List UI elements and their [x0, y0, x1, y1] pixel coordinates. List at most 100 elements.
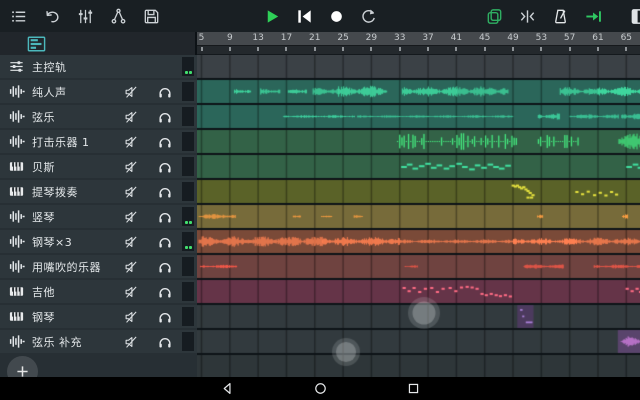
android-navbar	[0, 377, 640, 400]
record-button[interactable]	[326, 6, 346, 26]
mute-button[interactable]	[114, 109, 148, 125]
mute-button[interactable]	[114, 134, 148, 150]
monitor-button[interactable]	[148, 309, 182, 325]
keys-icon	[0, 183, 32, 200]
monitor-button[interactable]	[148, 184, 182, 200]
mute-button[interactable]	[114, 209, 148, 225]
duplicate-icon[interactable]	[484, 6, 504, 26]
loop-button[interactable]	[358, 6, 378, 26]
bar-label: 61	[589, 33, 607, 43]
app-window: 591317212529333741454953576165 主控轨纯人声弦乐打…	[0, 0, 640, 400]
bar-label: 41	[447, 33, 465, 43]
track-row-9[interactable]: 用嘴吹的乐器	[0, 255, 197, 278]
track-row-2[interactable]: 纯人声	[0, 80, 197, 103]
track-list: 主控轨纯人声弦乐打击乐器 1 贝斯提琴拨奏竖琴钢琴×3 用嘴吹的乐器吉他钢琴弦乐 补…	[0, 55, 197, 377]
track-row-3[interactable]: 弦乐	[0, 105, 197, 128]
level-meter	[182, 182, 194, 201]
undo-icon[interactable]	[42, 6, 62, 26]
level-meter	[182, 232, 194, 251]
monitor-button[interactable]	[148, 334, 182, 350]
arrangement-lanes[interactable]	[197, 55, 640, 377]
bar-label: 21	[306, 33, 324, 43]
bar-numbers: 591317212529333741454953576165	[197, 32, 640, 46]
mute-button[interactable]	[114, 84, 148, 100]
track-row-12[interactable]: 弦乐 补充	[0, 330, 197, 353]
monitor-button[interactable]	[148, 109, 182, 125]
waveform-icon	[0, 258, 32, 275]
mixer-icon[interactable]	[75, 6, 95, 26]
track-row-6[interactable]: 提琴拨奏	[0, 180, 197, 203]
save-icon[interactable]	[141, 6, 161, 26]
track-row-4[interactable]: 打击乐器 1	[0, 130, 197, 153]
monitor-button[interactable]	[148, 259, 182, 275]
level-meter	[182, 82, 194, 101]
recents-button[interactable]	[407, 382, 420, 395]
track-name: 打击乐器 1	[32, 134, 114, 150]
split-view-icon[interactable]	[629, 6, 640, 26]
monitor-button[interactable]	[148, 84, 182, 100]
mute-button[interactable]	[114, 184, 148, 200]
back-button[interactable]	[221, 382, 234, 395]
toolbar-left-group	[9, 6, 161, 26]
menu-icon[interactable]	[9, 6, 29, 26]
mute-button[interactable]	[114, 284, 148, 300]
toolbar	[0, 0, 640, 32]
mute-button[interactable]	[114, 234, 148, 250]
play-button[interactable]	[262, 6, 282, 26]
level-meter	[182, 307, 194, 326]
bar-label: 57	[561, 33, 579, 43]
bar-label: 9	[221, 33, 239, 43]
metronome-icon[interactable]	[550, 6, 570, 26]
track-row-1[interactable]: 主控轨	[0, 55, 197, 78]
bar-label: 49	[504, 33, 522, 43]
monitor-button[interactable]	[148, 284, 182, 300]
snap-icon[interactable]	[517, 6, 537, 26]
home-button[interactable]	[314, 382, 327, 395]
track-name: 吉他	[32, 284, 114, 300]
transport-group	[262, 6, 378, 26]
bar-label: 13	[249, 33, 267, 43]
track-row-5[interactable]: 贝斯	[0, 155, 197, 178]
bar-label: 5	[197, 33, 211, 43]
mute-button[interactable]	[114, 259, 148, 275]
toolbar-right-group	[484, 6, 640, 26]
mute-button[interactable]	[114, 334, 148, 350]
track-name: 贝斯	[32, 159, 114, 175]
track-row-7[interactable]: 竖琴	[0, 205, 197, 228]
track-list-header[interactable]	[0, 32, 197, 55]
track-name: 提琴拨奏	[32, 184, 114, 200]
level-meter	[182, 132, 194, 151]
playlist-grid-icon	[26, 35, 47, 53]
track-row-10[interactable]: 吉他	[0, 280, 197, 303]
track-name: 弦乐 补充	[32, 334, 114, 350]
monitor-button[interactable]	[148, 159, 182, 175]
follow-playhead-icon[interactable]	[583, 6, 603, 26]
bar-label: 25	[334, 33, 352, 43]
monitor-button[interactable]	[148, 234, 182, 250]
monitor-button[interactable]	[148, 209, 182, 225]
track-name: 钢琴×3	[32, 234, 114, 250]
track-name: 钢琴	[32, 309, 114, 325]
keys-icon	[0, 283, 32, 300]
level-meter	[182, 107, 194, 126]
level-meter	[182, 157, 194, 176]
keys-icon	[0, 308, 32, 325]
bar-label: 29	[362, 33, 380, 43]
level-meter	[182, 257, 194, 276]
bar-label: 53	[532, 33, 550, 43]
waveform-icon	[0, 108, 32, 125]
keys-icon	[0, 158, 32, 175]
monitor-button[interactable]	[148, 134, 182, 150]
track-name: 弦乐	[32, 109, 114, 125]
track-row-8[interactable]: 钢琴×3	[0, 230, 197, 253]
bar-label: 45	[476, 33, 494, 43]
level-meter	[182, 207, 194, 226]
track-row-11[interactable]: 钢琴	[0, 305, 197, 328]
track-name: 主控轨	[32, 59, 182, 75]
mute-button[interactable]	[114, 159, 148, 175]
mute-button[interactable]	[114, 309, 148, 325]
timeline-ruler[interactable]: 591317212529333741454953576165	[197, 32, 640, 55]
instruments-icon[interactable]	[108, 6, 128, 26]
skip-to-start-button[interactable]	[294, 6, 314, 26]
bar-label: 33	[391, 33, 409, 43]
